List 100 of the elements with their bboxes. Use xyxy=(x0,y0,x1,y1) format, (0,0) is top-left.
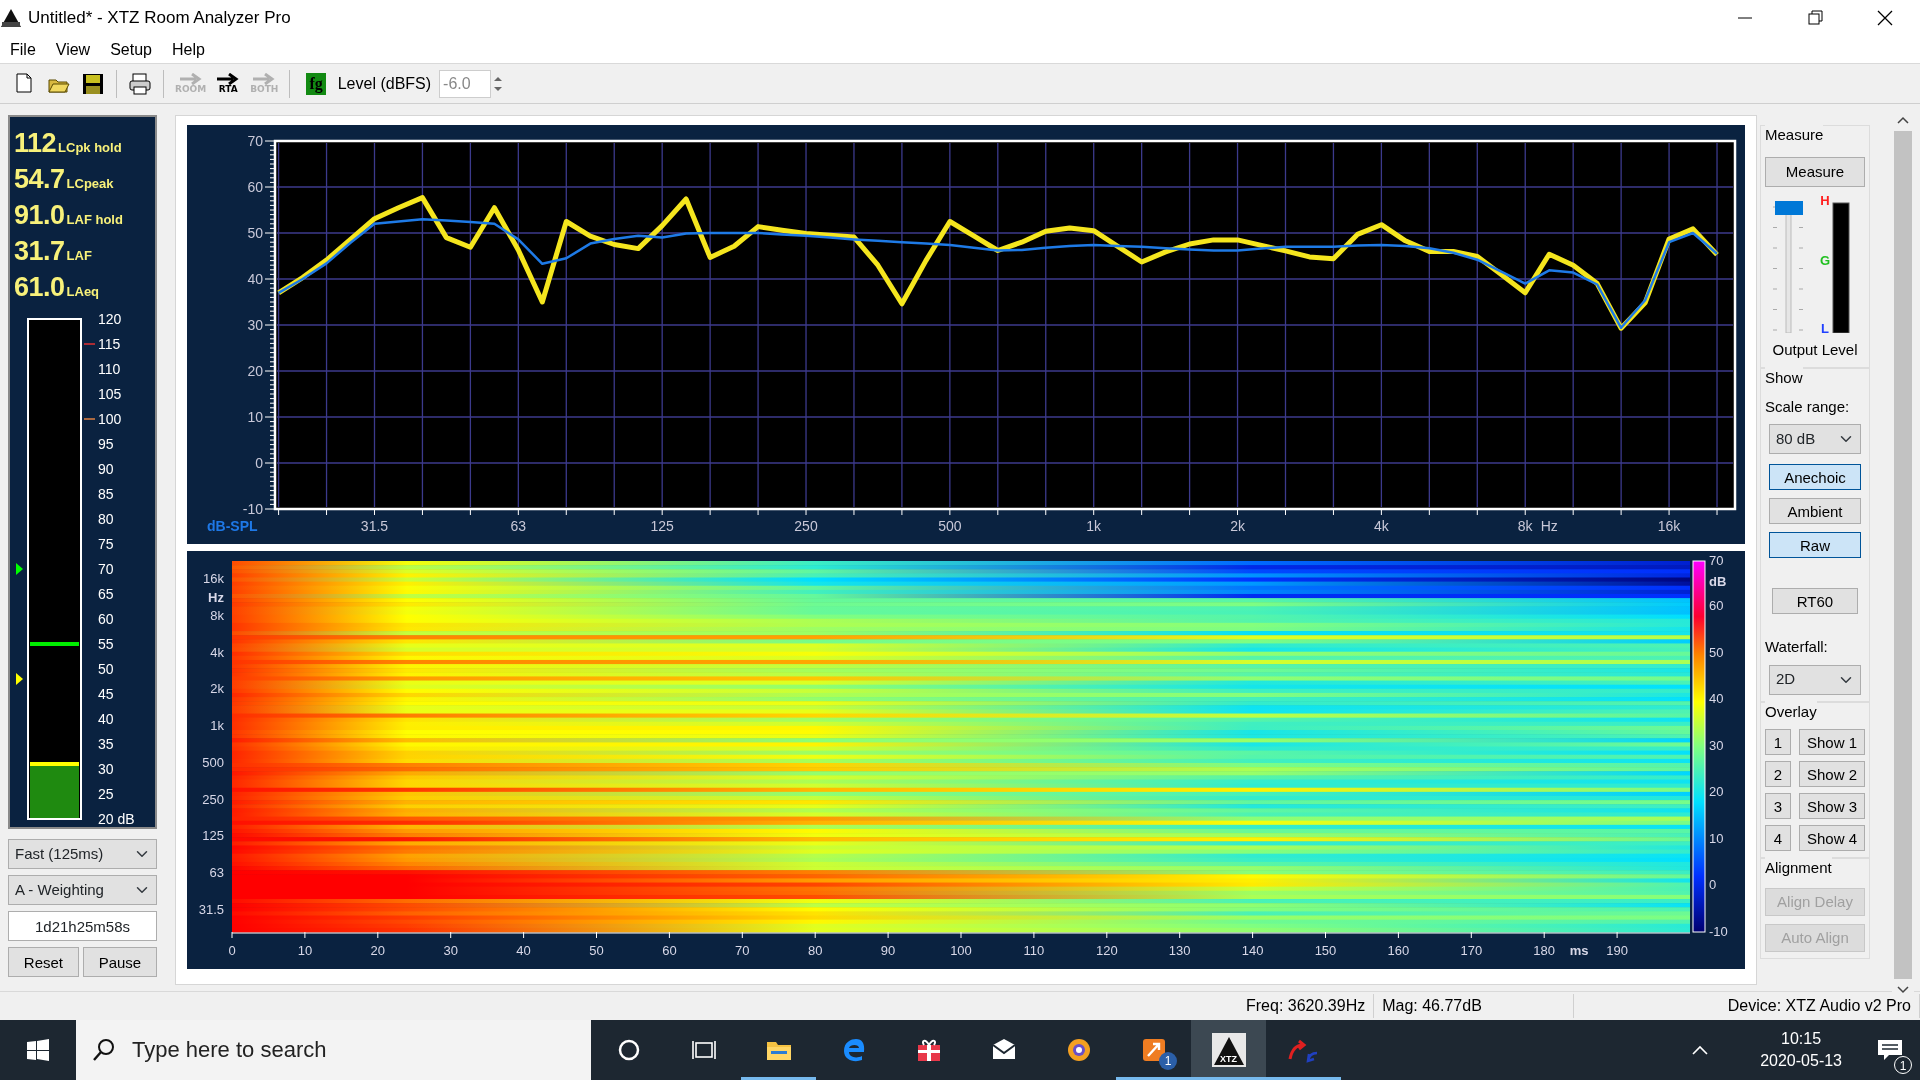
taskbar-app[interactable]: 1 xyxy=(1116,1020,1191,1080)
scale-label: 90 xyxy=(98,461,114,477)
tick-label: 16k xyxy=(1657,518,1681,534)
tick-label: 10 xyxy=(1709,830,1724,846)
overlay-number-button[interactable]: 2 xyxy=(1765,761,1791,787)
toggle-button[interactable]: Raw xyxy=(1769,532,1861,558)
slider-thumb[interactable] xyxy=(1775,200,1803,215)
notification-badge: 1 xyxy=(1894,1056,1912,1074)
tick-label: 125 xyxy=(202,828,224,844)
measure-button[interactable]: Measure xyxy=(1765,156,1865,187)
tick-label: -10 xyxy=(1709,923,1728,939)
meter-button[interactable]: Reset xyxy=(8,947,79,977)
overlay-show-button[interactable]: Show 1 xyxy=(1799,729,1865,755)
scale-label: 95 xyxy=(98,436,114,452)
scale-label: 65 xyxy=(98,586,114,602)
tick-label: 40 xyxy=(247,271,263,287)
tick-label: 16k xyxy=(203,571,224,586)
mode-button[interactable]: RTA xyxy=(213,71,244,96)
group-label: Overlay xyxy=(1765,700,1817,723)
reading-label: LAeq xyxy=(66,283,100,301)
scroll-down-icon xyxy=(1896,985,1910,995)
reading-value: 91.0 xyxy=(14,199,65,232)
chevron-up-icon xyxy=(1691,1044,1710,1056)
tick-label: 31.5 xyxy=(360,518,389,534)
scale-label: 25 xyxy=(98,786,114,802)
tick-label: 180 xyxy=(1533,943,1556,958)
scale-label: 100 xyxy=(98,411,122,427)
clock-time: 10:15 xyxy=(1781,1029,1822,1050)
generator-button[interactable]: fg xyxy=(306,72,326,95)
tick-label: 500 xyxy=(202,754,224,770)
menu-item[interactable]: Setup xyxy=(100,37,162,62)
overlay-number-button[interactable]: 4 xyxy=(1765,825,1791,851)
tick-label: 50 xyxy=(247,225,263,241)
scroll-up-icon xyxy=(1896,115,1910,125)
scale-range-dropdown[interactable]: 80 dB xyxy=(1769,424,1861,454)
tick-label: 20 xyxy=(247,363,263,379)
menu-item[interactable]: File xyxy=(0,37,46,62)
elapsed-time-field[interactable]: 1d21h25m58s xyxy=(8,911,157,941)
level-label: Level (dBFS) xyxy=(337,73,432,94)
tick-label: 160 xyxy=(1387,943,1410,958)
tick-label: 250 xyxy=(202,791,224,807)
toggle-button[interactable]: Anechoic xyxy=(1769,464,1861,490)
status-text: Freq: 3620.39Hz xyxy=(1238,994,1375,1018)
meter-label: H xyxy=(1820,192,1830,208)
overlay-number-button[interactable]: 3 xyxy=(1765,793,1791,819)
tick-label: 150 xyxy=(1314,943,1337,958)
scale-label: 35 xyxy=(98,736,114,752)
tick-label: 1k xyxy=(1086,518,1102,534)
reading-label: LCpk hold xyxy=(58,139,122,157)
notification-button[interactable]: 1 xyxy=(1860,1020,1920,1080)
overlay-show-button[interactable]: Show 4 xyxy=(1799,825,1865,851)
minimize-icon xyxy=(1738,17,1752,19)
menu-item[interactable]: Help xyxy=(162,37,215,62)
meter-button[interactable]: Pause xyxy=(82,947,157,977)
notification-badge: 1 xyxy=(1159,1052,1177,1070)
overlay-number-button[interactable]: 1 xyxy=(1765,729,1791,755)
tick-label: 0 xyxy=(1709,877,1717,892)
arrow-icon xyxy=(216,73,241,85)
scale-label: 115 xyxy=(98,336,121,352)
clock-date: 2020-05-13 xyxy=(1760,1051,1842,1071)
overlay-show-button[interactable]: Show 3 xyxy=(1799,793,1865,819)
scale-label: 70 xyxy=(98,561,114,577)
axis-title: Hz xyxy=(208,590,224,605)
scale-label: 80 xyxy=(98,511,114,527)
tick-label: 4k xyxy=(210,644,224,660)
tick-label: 40 xyxy=(516,943,531,958)
rt60-button[interactable]: RT60 xyxy=(1772,588,1858,614)
tick-label: 170 xyxy=(1460,943,1483,958)
tick-label: 60 xyxy=(662,943,677,958)
arrow-icon xyxy=(252,73,277,85)
scale-label: 40 xyxy=(98,711,114,727)
scale-range-label: Scale range: xyxy=(1765,396,1850,417)
taskbar-app[interactable]: XTZ xyxy=(1191,1020,1266,1080)
tick-label: 60 xyxy=(1709,598,1724,613)
menu-item[interactable]: View xyxy=(45,37,101,62)
triangle-logo-icon xyxy=(0,8,22,28)
overlay-show-button[interactable]: Show 2 xyxy=(1799,761,1865,787)
tick-label: 31.5 xyxy=(198,901,224,917)
tick-label: 70 xyxy=(247,133,263,149)
tick-label: 80 xyxy=(807,943,823,958)
reading-value: 54.7 xyxy=(14,163,65,196)
tick-label: 40 xyxy=(1709,691,1724,706)
waterfall-label: Waterfall: xyxy=(1765,637,1828,657)
close-icon xyxy=(1876,9,1894,27)
tick-label: 0 xyxy=(228,943,236,958)
status-text: Mag: 46.77dB xyxy=(1374,994,1575,1018)
tick-label: 30 xyxy=(247,317,263,333)
restore-icon xyxy=(1806,9,1824,27)
round-browser-icon xyxy=(1065,1037,1092,1063)
weighting-dropdown[interactable]: A - Weighting xyxy=(8,875,157,905)
response-dropdown[interactable]: Fast (125ms) xyxy=(8,839,157,869)
reading-value: 61.0 xyxy=(14,271,65,304)
tick-label: 8k xyxy=(1517,518,1533,534)
waterfall-dropdown[interactable]: 2D xyxy=(1769,664,1861,695)
tick-label: 60 xyxy=(247,179,263,195)
toggle-button[interactable]: Ambient xyxy=(1769,498,1861,524)
reading-label: LAF xyxy=(66,247,92,265)
search-field[interactable]: Type here to search xyxy=(76,1020,591,1080)
tick-mark xyxy=(83,418,96,420)
tick-label: 30 xyxy=(1709,737,1724,753)
